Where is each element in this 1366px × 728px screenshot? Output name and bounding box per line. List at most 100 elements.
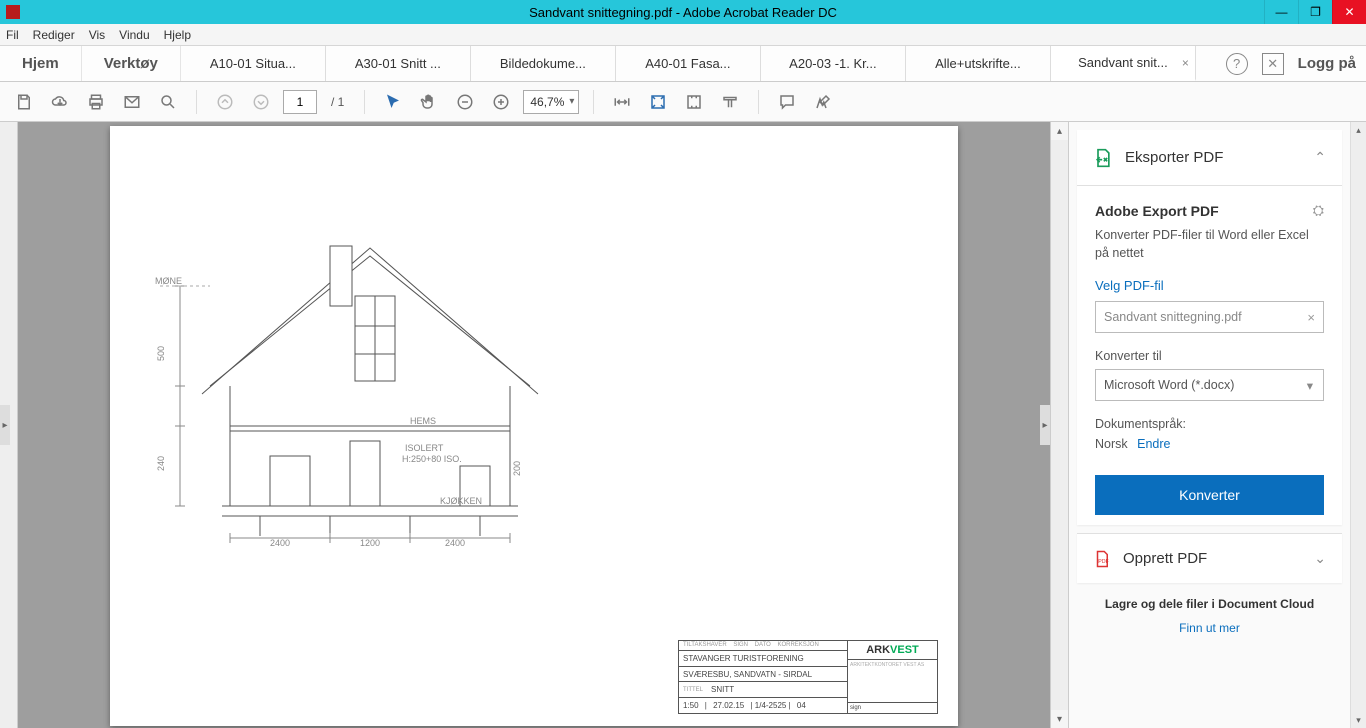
- page-total-label: / 1: [331, 95, 344, 109]
- tab-label: A40-01 Fasa...: [645, 56, 730, 71]
- zoom-value: 46,7%: [530, 95, 564, 109]
- create-pdf-icon: PDF: [1093, 549, 1111, 569]
- clear-file-icon[interactable]: ×: [1307, 310, 1315, 325]
- print-icon[interactable]: [82, 88, 110, 116]
- learn-more-link[interactable]: Finn ut mer: [1179, 621, 1240, 635]
- toolbar: / 1 46,7%: [0, 82, 1366, 122]
- fit-page-icon[interactable]: [644, 88, 672, 116]
- create-pdf-header[interactable]: PDF Opprett PDF ⌄: [1077, 533, 1342, 583]
- sign-icon[interactable]: [809, 88, 837, 116]
- window-controls: — ❐ ✕: [1264, 0, 1366, 24]
- page-down-icon[interactable]: [247, 88, 275, 116]
- nav-right: ? ✕ Logg på: [1216, 46, 1366, 81]
- tab-a10[interactable]: A10-01 Situa...: [181, 46, 326, 81]
- chevron-up-icon: ⌃: [1314, 149, 1326, 166]
- nav-left: Hjem Verktøy: [0, 46, 181, 81]
- svg-text:200: 200: [512, 461, 522, 476]
- toolbar-separator: [758, 90, 759, 114]
- comment-icon[interactable]: [773, 88, 801, 116]
- tab-a30[interactable]: A30-01 Snitt ...: [326, 46, 471, 81]
- expand-left-panel-icon[interactable]: ▸: [0, 405, 10, 445]
- tab-label: Alle+utskrifte...: [935, 56, 1021, 71]
- read-mode-icon[interactable]: [716, 88, 744, 116]
- scroll-up-icon[interactable]: ▴: [1051, 122, 1068, 140]
- collapse-right-panel-icon[interactable]: ▸: [1040, 405, 1050, 445]
- doc-language-row: Norsk Endre: [1095, 437, 1324, 451]
- svg-text:2400: 2400: [270, 538, 290, 546]
- zoom-out-icon[interactable]: [451, 88, 479, 116]
- tab-alle[interactable]: Alle+utskrifte...: [906, 46, 1051, 81]
- minimize-button[interactable]: —: [1264, 0, 1298, 24]
- svg-text:ISOLERT: ISOLERT: [405, 443, 444, 453]
- tab-label: A20-03 -1. Kr...: [789, 56, 876, 71]
- tab-close-icon[interactable]: ×: [1182, 56, 1189, 70]
- selected-file-box[interactable]: Sandvant snittegning.pdf ×: [1095, 301, 1324, 333]
- legend-drw: 04: [797, 701, 806, 710]
- page-number-input[interactable]: [283, 90, 317, 114]
- cloud-icon[interactable]: [46, 88, 74, 116]
- tab-a40[interactable]: A40-01 Fasa...: [616, 46, 761, 81]
- zoom-in-icon[interactable]: [487, 88, 515, 116]
- window-titlebar: Sandvant snittegning.pdf - Adobe Acrobat…: [0, 0, 1366, 24]
- convert-format-select[interactable]: Microsoft Word (*.docx): [1095, 369, 1324, 401]
- document-scrollbar[interactable]: ▴ ▾: [1050, 122, 1068, 728]
- menu-window[interactable]: Vindu: [119, 28, 149, 42]
- select-pdf-file-link[interactable]: Velg PDF-fil: [1095, 278, 1324, 293]
- legend-date: 27.02.15: [713, 701, 744, 710]
- menu-file[interactable]: Fil: [6, 28, 19, 42]
- tab-label: A30-01 Snitt ...: [355, 56, 441, 71]
- scroll-down-icon[interactable]: ▾: [1351, 712, 1366, 728]
- help-icon[interactable]: ?: [1226, 53, 1248, 75]
- fit-width-icon[interactable]: [608, 88, 636, 116]
- convert-to-label: Konverter til: [1095, 349, 1324, 363]
- search-icon[interactable]: [154, 88, 182, 116]
- svg-text:1200: 1200: [360, 538, 380, 546]
- settings-gear-icon[interactable]: ⛭: [1313, 202, 1324, 219]
- panel-scrollbar[interactable]: ▴ ▾: [1350, 122, 1366, 728]
- save-icon[interactable]: [10, 88, 38, 116]
- tab-sandvant[interactable]: Sandvant snit... ×: [1051, 46, 1196, 81]
- tools-side-panel: Eksporter PDF ⌃ Adobe Export PDF ⛭ Konve…: [1068, 122, 1366, 728]
- drawing-content: MØNE 500 240 HEMS ISOLERT H:250+80 ISO. …: [150, 226, 580, 546]
- legend-project: SVÆRESBU, SANDVATN - SIRDAL: [683, 670, 812, 679]
- pointer-icon[interactable]: [379, 88, 407, 116]
- content-area: ▸: [0, 122, 1366, 728]
- nav-tools[interactable]: Verktøy: [82, 46, 181, 81]
- title-block: TILTAKSHAVER SIGN DATO KORREKSJON STAVAN…: [678, 640, 938, 714]
- legend-scale: 1:50: [683, 701, 699, 710]
- fullscreen-icon[interactable]: [680, 88, 708, 116]
- export-description: Konverter PDF-filer til Word eller Excel…: [1095, 227, 1324, 262]
- create-pdf-label: Opprett PDF: [1123, 550, 1302, 567]
- document-viewport: ▸: [0, 122, 1068, 728]
- maximize-button[interactable]: ❐: [1298, 0, 1332, 24]
- change-language-link[interactable]: Endre: [1137, 437, 1170, 451]
- close-button[interactable]: ✕: [1332, 0, 1366, 24]
- tab-a20[interactable]: A20-03 -1. Kr...: [761, 46, 906, 81]
- svg-text:240: 240: [156, 456, 166, 471]
- convert-button[interactable]: Konverter: [1095, 475, 1324, 515]
- scroll-up-icon[interactable]: ▴: [1351, 122, 1366, 138]
- left-gutter: ▸: [0, 122, 18, 728]
- scroll-down-icon[interactable]: ▾: [1051, 710, 1068, 728]
- menu-edit[interactable]: Rediger: [33, 28, 75, 42]
- nav-home[interactable]: Hjem: [0, 46, 82, 81]
- export-pdf-header[interactable]: Eksporter PDF ⌃: [1077, 130, 1342, 186]
- main-tabs-row: Hjem Verktøy A10-01 Situa... A30-01 Snit…: [0, 46, 1366, 82]
- page-up-icon[interactable]: [211, 88, 239, 116]
- menu-view[interactable]: Vis: [89, 28, 105, 42]
- notify-icon[interactable]: ✕: [1262, 53, 1284, 75]
- menu-help[interactable]: Hjelp: [164, 28, 191, 42]
- legend-title: SNITT: [711, 685, 734, 694]
- login-button[interactable]: Logg på: [1298, 55, 1356, 72]
- tab-bilde[interactable]: Bildedokume...: [471, 46, 616, 81]
- convert-format-value: Microsoft Word (*.docx): [1104, 378, 1234, 392]
- legend-logo: ARKVEST: [848, 641, 937, 660]
- toolbar-separator: [593, 90, 594, 114]
- tab-label: Sandvant snit...: [1078, 55, 1168, 70]
- zoom-select[interactable]: 46,7%: [523, 90, 579, 114]
- legend-client: STAVANGER TURISTFORENING: [683, 654, 804, 663]
- export-pdf-panel: Adobe Export PDF ⛭ Konverter PDF-filer t…: [1077, 186, 1342, 525]
- page-canvas-wrap[interactable]: MØNE 500 240 HEMS ISOLERT H:250+80 ISO. …: [18, 122, 1050, 728]
- mail-icon[interactable]: [118, 88, 146, 116]
- hand-icon[interactable]: [415, 88, 443, 116]
